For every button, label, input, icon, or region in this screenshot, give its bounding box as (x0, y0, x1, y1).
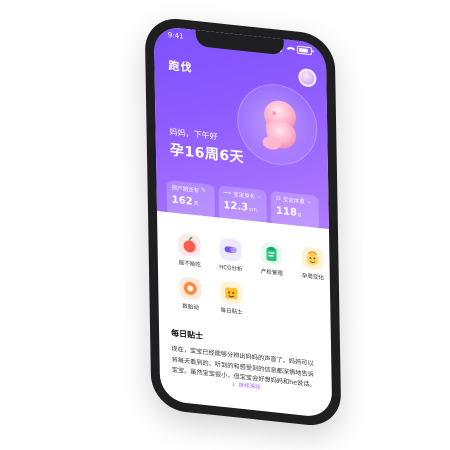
baby-face-icon (301, 246, 324, 271)
chevron-down-icon: ⌄ (257, 193, 262, 200)
baby-weight-card[interactable]: ⚖ 宝宝体重 ⌄ 118g (270, 190, 320, 231)
scale-icon: ⚖ (275, 195, 281, 202)
wifi-icon (284, 45, 294, 53)
baby-length-value: 12.3cm (223, 199, 257, 214)
phone-frame: 9:41 跑伐 妈妈，下午好 孕16周6天 预产期还有 ✎ 162天 ⟿ 宝宝身… (144, 15, 342, 429)
baby-length-card[interactable]: ⟿ 宝宝身长 ⌄ 12.3cm (218, 185, 268, 225)
fetus-illustration (236, 80, 318, 169)
hero-header: 9:41 跑伐 妈妈，下午好 孕16周6天 预产期还有 ✎ 162天 ⟿ 宝宝身… (153, 25, 329, 231)
tool-count-movements[interactable]: 数胎动 (170, 275, 211, 319)
tool-daily-tips[interactable]: 每日贴士 (211, 280, 252, 324)
tool-checkup-manage[interactable]: 产检管理 (251, 241, 292, 285)
status-time: 9:41 (167, 31, 184, 41)
counter-icon (179, 276, 202, 301)
due-date-value: 162天 (171, 194, 199, 208)
apple-icon (178, 233, 201, 258)
app-title: 跑伐 (168, 59, 193, 75)
clipboard-icon (260, 241, 283, 267)
due-date-card[interactable]: 预产期还有 ✎ 162天 (166, 179, 215, 220)
app-screen: 9:41 跑伐 妈妈，下午好 孕16周6天 预产期还有 ✎ 162天 ⟿ 宝宝身… (153, 25, 333, 419)
device-mockup: 9:41 跑伐 妈妈，下午好 孕16周6天 预产期还有 ✎ 162天 ⟿ 宝宝身… (0, 0, 450, 450)
avatar[interactable] (298, 67, 317, 88)
stats-cards: 预产期还有 ✎ 162天 ⟿ 宝宝身长 ⌄ 12.3cm ⚖ 宝宝体重 ⌄ 11… (166, 179, 320, 231)
tools-grid: 能不能吃 HCG分析 产检管理 孕周变化 数胎动 每日贴士 (167, 232, 324, 332)
baby-length-label: ⟿ 宝宝身长 ⌄ (223, 189, 262, 201)
fetus-icon (262, 100, 297, 150)
pregnancy-week: 孕16周6天 (169, 142, 245, 167)
arrow-icon: ⇣ (230, 381, 236, 389)
tool-hcg-analysis[interactable]: HCG分析 (210, 237, 251, 281)
phone-notch (195, 29, 285, 56)
baby-weight-label: ⚖ 宝宝体重 ⌄ (275, 195, 312, 206)
due-date-label: 预产期还有 ✎ (171, 185, 206, 195)
tool-week-change[interactable]: 孕周变化 (292, 245, 332, 289)
tips-icon (220, 280, 243, 305)
tool-can-eat[interactable]: 能不能吃 (169, 232, 210, 276)
edit-icon: ✎ (200, 187, 206, 195)
ruler-icon: ⟿ (223, 189, 232, 197)
battery-icon (296, 45, 312, 56)
chevron-down-icon: ⌄ (306, 198, 312, 206)
capsule-icon (219, 237, 242, 262)
baby-weight-value: 118g (275, 205, 302, 219)
